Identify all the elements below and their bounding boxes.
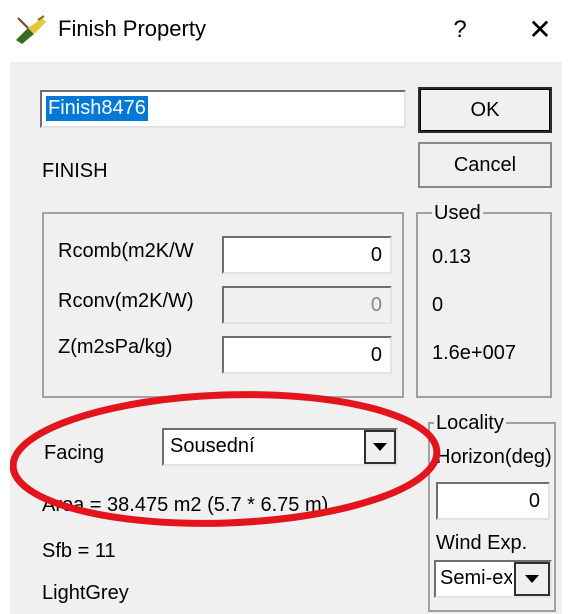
used-legend: Used [432,202,483,225]
chevron-down-icon [525,575,539,583]
window-title: Finish Property [58,16,206,41]
type-label: FINISH [42,160,108,182]
help-button[interactable]: ? [440,12,480,48]
color-text: LightGrey [42,582,129,604]
properties-group: Rcomb(m2K/W 0 Rconv(m2K/W) 0 Z(m2sPa/kg)… [42,212,404,398]
rcomb-input[interactable]: 0 [222,236,392,274]
name-input-value: Finish8476 [46,96,148,121]
z-input[interactable]: 0 [222,336,392,374]
red-highlight-ellipse [10,391,441,527]
cancel-button[interactable]: Cancel [418,142,552,188]
name-input[interactable]: Finish8476 [40,90,406,128]
used-z-value: 1.6e+007 [432,342,516,364]
rconv-label: Rconv(m2K/W) [58,290,194,312]
used-rcomb-value: 0.13 [432,246,471,268]
title-bar: Finish Property ? ✕ [0,0,573,62]
used-rconv-value: 0 [432,294,444,316]
rcomb-label: Rcomb(m2K/W [58,240,194,262]
dialog-body: Finish8476 OK Cancel FINISH Rcomb(m2K/W … [10,62,562,614]
z-label: Z(m2sPa/kg) [58,336,173,358]
ok-button[interactable]: OK [418,87,552,133]
close-button[interactable]: ✕ [520,12,560,48]
rconv-input: 0 [222,286,392,324]
finish-brush-icon [14,14,48,46]
used-group: Used 0.13 0 1.6e+007 [416,202,552,398]
wind-select-value: Semi-exposed [440,567,512,589]
wind-select[interactable]: Semi-exposed [434,560,552,598]
wind-dropdown-arrow[interactable] [514,562,550,596]
